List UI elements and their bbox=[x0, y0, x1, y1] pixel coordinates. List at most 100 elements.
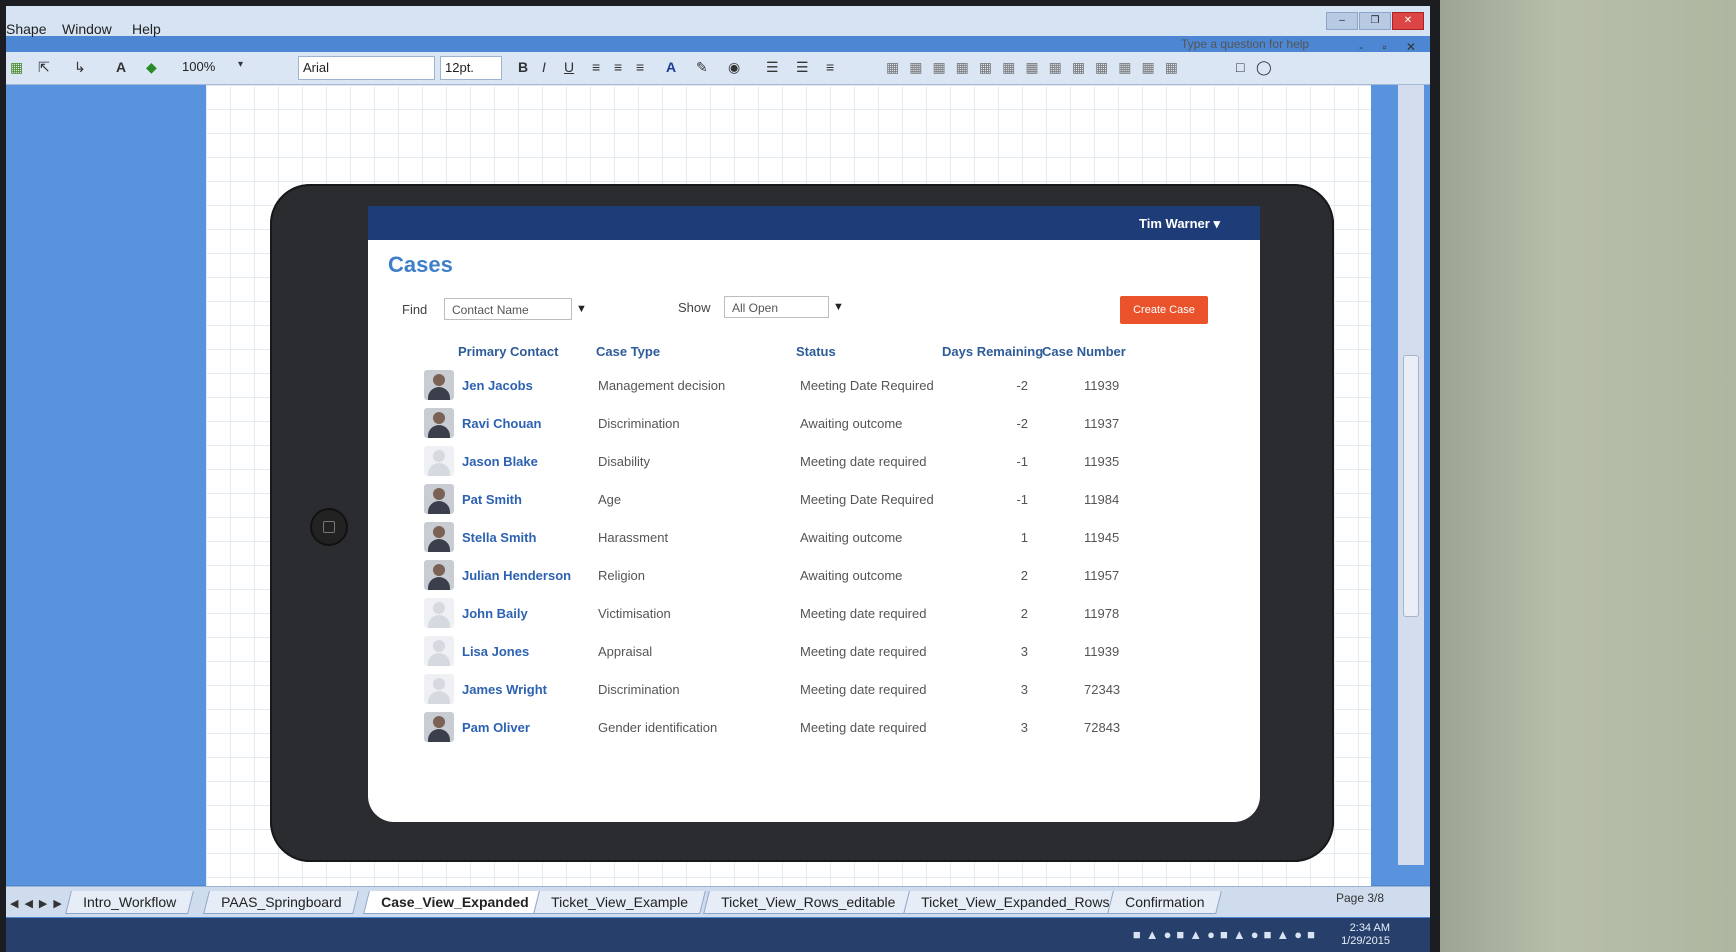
rectangle-tool-icon[interactable]: □ bbox=[1236, 59, 1244, 75]
avatar bbox=[424, 598, 454, 628]
more-tools-icon[interactable]: ▦▦▦▦▦▦▦▦▦▦▦▦▦ bbox=[886, 59, 1188, 76]
user-name: Tim Warner bbox=[1139, 216, 1210, 231]
menu-help[interactable]: Help bbox=[132, 21, 161, 37]
align-left-icon[interactable]: ≡ bbox=[592, 59, 600, 75]
case-type: Religion bbox=[598, 568, 645, 583]
scrollbar-thumb[interactable] bbox=[1403, 355, 1419, 617]
table-row[interactable]: Ravi Chouan Discrimination Awaiting outc… bbox=[368, 404, 1260, 442]
case-status: Awaiting outcome bbox=[800, 416, 903, 431]
zoom-select[interactable]: 100% bbox=[182, 59, 215, 74]
days-remaining: -2 bbox=[1016, 378, 1028, 393]
text-tool-icon[interactable]: A bbox=[116, 59, 126, 75]
italic-icon[interactable]: I bbox=[542, 59, 546, 75]
font-select[interactable]: Arial bbox=[298, 56, 435, 80]
column-header-case-number[interactable]: Case Number bbox=[1042, 344, 1126, 359]
home-button-icon bbox=[310, 508, 348, 546]
shape-tool-icon[interactable]: ◆ bbox=[146, 59, 157, 76]
avatar bbox=[424, 522, 454, 552]
system-tray-icons[interactable]: ■▲●■▲●■▲●■▲●■ bbox=[1133, 927, 1320, 942]
line-ends-icon[interactable]: ≡ bbox=[826, 59, 834, 75]
minimize-icon[interactable]: – bbox=[1326, 12, 1358, 30]
table-row[interactable]: Pam Oliver Gender identification Meeting… bbox=[368, 708, 1260, 746]
clock[interactable]: 2:34 AM 1/29/2015 bbox=[1341, 922, 1390, 948]
table-row[interactable]: Julian Henderson Religion Awaiting outco… bbox=[368, 556, 1260, 594]
menu-shape[interactable]: Shape bbox=[6, 21, 46, 37]
case-number: 72843 bbox=[1084, 720, 1121, 735]
align-center-icon[interactable]: ≡ bbox=[614, 59, 622, 75]
user-menu[interactable]: Tim Warner ▾ bbox=[1139, 216, 1220, 232]
help-search-input[interactable]: Type a question for help bbox=[1181, 37, 1309, 51]
tab-confirmation[interactable]: Confirmation bbox=[1107, 891, 1223, 914]
column-header-days-remaining[interactable]: Days Remaining bbox=[942, 344, 1043, 359]
find-dropdown-arrow-icon[interactable]: ▼ bbox=[576, 303, 587, 315]
case-status: Meeting date required bbox=[800, 682, 927, 697]
find-select[interactable]: Contact Name bbox=[444, 298, 572, 320]
case-number: 11939 bbox=[1084, 644, 1120, 659]
show-label: Show bbox=[678, 300, 711, 315]
table-row[interactable]: Pat Smith Age Meeting Date Required -1 1… bbox=[368, 480, 1260, 518]
line-pattern-icon[interactable]: ☰ bbox=[796, 59, 809, 76]
days-remaining: 2 bbox=[1020, 568, 1028, 583]
contact-name-link[interactable]: Julian Henderson bbox=[462, 568, 571, 583]
show-dropdown-arrow-icon[interactable]: ▼ bbox=[833, 301, 844, 313]
tab-case-view-expanded[interactable]: Case_View_Expanded bbox=[363, 891, 547, 914]
days-remaining: 2 bbox=[1020, 606, 1028, 621]
underline-icon[interactable]: U bbox=[564, 59, 574, 75]
case-number: 11978 bbox=[1084, 606, 1120, 621]
tab-ticket-view-rows-editable[interactable]: Ticket_View_Rows_editable bbox=[703, 891, 914, 914]
bold-icon[interactable]: B bbox=[518, 59, 528, 75]
tablet-frame: Tim Warner ▾ Cases Find Contact Name ▼ S… bbox=[270, 184, 1334, 862]
contact-name-link[interactable]: John Baily bbox=[462, 606, 528, 621]
avatar bbox=[424, 560, 454, 590]
connector-tool-icon[interactable]: ↳ bbox=[74, 59, 86, 76]
tab-ticket-view-expanded-rows[interactable]: Ticket_View_Expanded_Rows bbox=[903, 891, 1128, 914]
table-row[interactable]: Jason Blake Disability Meeting date requ… bbox=[368, 442, 1260, 480]
contact-name-link[interactable]: Pam Oliver bbox=[462, 720, 530, 735]
close-icon[interactable]: ✕ bbox=[1392, 12, 1424, 30]
table-row[interactable]: James Wright Discrimination Meeting date… bbox=[368, 670, 1260, 708]
column-header-status[interactable]: Status bbox=[796, 344, 836, 359]
column-header-primary-contact[interactable]: Primary Contact bbox=[458, 344, 558, 359]
menu-window[interactable]: Window bbox=[62, 21, 112, 37]
page-nav-arrows-icon[interactable]: ◀◀▶▶ bbox=[10, 897, 68, 910]
fill-color-icon[interactable]: ◉ bbox=[728, 59, 740, 76]
avatar bbox=[424, 446, 454, 476]
days-remaining: 3 bbox=[1020, 644, 1028, 659]
contact-name-link[interactable]: Lisa Jones bbox=[462, 644, 529, 659]
case-status: Meeting date required bbox=[800, 720, 927, 735]
cases-app-screen: Tim Warner ▾ Cases Find Contact Name ▼ S… bbox=[368, 206, 1260, 822]
contact-name-link[interactable]: Ravi Chouan bbox=[462, 416, 541, 431]
tab-paas-springboard[interactable]: PAAS_Springboard bbox=[203, 891, 360, 914]
tab-ticket-view-example[interactable]: Ticket_View_Example bbox=[533, 891, 706, 914]
case-status: Awaiting outcome bbox=[800, 530, 903, 545]
show-select[interactable]: All Open bbox=[724, 296, 829, 318]
table-row[interactable]: Lisa Jones Appraisal Meeting date requir… bbox=[368, 632, 1260, 670]
vertical-scrollbar[interactable] bbox=[1398, 85, 1424, 865]
align-right-icon[interactable]: ≡ bbox=[636, 59, 644, 75]
chevron-down-icon[interactable]: ▾ bbox=[238, 59, 243, 70]
table-row[interactable]: John Baily Victimisation Meeting date re… bbox=[368, 594, 1260, 632]
stencil-icon[interactable]: ▦ bbox=[10, 59, 23, 76]
table-row[interactable]: Stella Smith Harassment Awaiting outcome… bbox=[368, 518, 1260, 556]
contact-name-link[interactable]: Jen Jacobs bbox=[462, 378, 533, 393]
contact-name-link[interactable]: Jason Blake bbox=[462, 454, 538, 469]
case-type: Gender identification bbox=[598, 720, 718, 735]
table-row[interactable]: Jen Jacobs Management decision Meeting D… bbox=[368, 366, 1260, 404]
avatar bbox=[424, 484, 454, 514]
days-remaining: -2 bbox=[1016, 416, 1028, 431]
line-weight-icon[interactable]: ☰ bbox=[766, 59, 779, 76]
avatar bbox=[424, 408, 454, 438]
font-color-icon[interactable]: A bbox=[666, 59, 676, 75]
restore-icon[interactable]: ❐ bbox=[1359, 12, 1391, 30]
contact-name-link[interactable]: James Wright bbox=[462, 682, 547, 697]
font-size-select[interactable]: 12pt. bbox=[440, 56, 502, 80]
contact-name-link[interactable]: Pat Smith bbox=[462, 492, 522, 507]
line-color-icon[interactable]: ✎ bbox=[696, 59, 708, 76]
column-header-case-type[interactable]: Case Type bbox=[596, 344, 660, 359]
page-tabs-bar: ◀◀▶▶ Intro_Workflow PAAS_Springboard Cas… bbox=[6, 886, 1430, 917]
tab-intro-workflow[interactable]: Intro_Workflow bbox=[65, 891, 194, 914]
contact-name-link[interactable]: Stella Smith bbox=[462, 530, 536, 545]
ellipse-tool-icon[interactable]: ◯ bbox=[1256, 59, 1272, 76]
create-case-button[interactable]: Create Case bbox=[1120, 296, 1208, 324]
pointer-tool-icon[interactable]: ⇱ bbox=[38, 59, 50, 76]
